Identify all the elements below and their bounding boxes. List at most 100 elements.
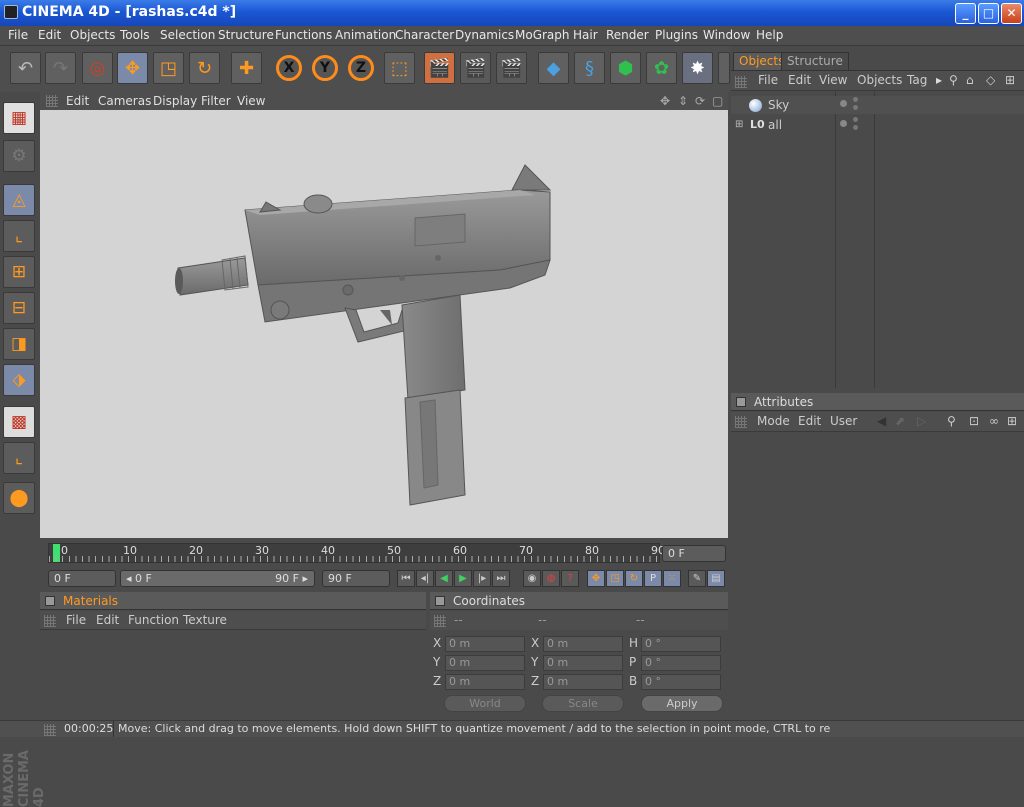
end-frame-field[interactable]: 90 F xyxy=(322,570,390,587)
record-keyframe-icon[interactable]: ◉ xyxy=(523,570,541,587)
object-tree[interactable]: Sky ⊞ L0 all xyxy=(731,92,1024,388)
back-arrow-icon[interactable]: ◀ xyxy=(877,414,886,428)
auto-keying-icon[interactable]: ◍ xyxy=(542,570,560,587)
eye-icon[interactable]: ◇ xyxy=(986,73,995,87)
lock-icon[interactable]: ⊡ xyxy=(969,414,979,428)
size-x-field[interactable]: 0 m xyxy=(543,636,623,652)
new-window-icon[interactable]: ⊞ xyxy=(1007,414,1017,428)
panel-toggle-icon[interactable] xyxy=(435,596,445,606)
parameter-key-icon[interactable]: P xyxy=(644,570,662,587)
menu-selection[interactable]: Selection xyxy=(160,28,215,42)
rotation-key-icon[interactable]: ↻ xyxy=(625,570,643,587)
maximize-view-icon[interactable]: ▢ xyxy=(712,94,723,108)
timeline[interactable]: 0 10 20 30 40 50 60 70 80 90 0 F xyxy=(40,540,728,568)
tab-structure[interactable]: Structure xyxy=(781,52,849,70)
viewport-menu-edit[interactable]: Edit xyxy=(66,94,89,108)
timeline-options-icon[interactable]: ✎ xyxy=(688,570,706,587)
scale-mode-select[interactable]: Scale xyxy=(542,695,624,712)
scale-key-icon[interactable]: ◳ xyxy=(606,570,624,587)
coordinate-system-icon[interactable]: ⬚ xyxy=(384,52,415,84)
points-tool-icon[interactable]: ⊞ xyxy=(3,256,35,288)
nurbs-icon[interactable]: ⬢ xyxy=(610,52,641,84)
position-y-field[interactable]: 0 m xyxy=(445,655,525,671)
start-frame-field[interactable]: 0 F xyxy=(48,570,116,587)
use-model-tool-icon[interactable]: ◬ xyxy=(3,184,35,216)
search-icon[interactable]: ⚲ xyxy=(947,414,956,428)
spline-icon[interactable]: § xyxy=(574,52,605,84)
deformer-icon[interactable]: ✸ xyxy=(682,52,713,84)
menu-help[interactable]: Help xyxy=(756,28,783,42)
list-item[interactable]: Sky xyxy=(731,96,1024,114)
attributes-menu-user[interactable]: User xyxy=(830,414,857,428)
menu-dynamics[interactable]: Dynamics xyxy=(455,28,514,42)
render-settings-icon[interactable]: 🎬 xyxy=(496,52,527,84)
menu-mograph[interactable]: MoGraph xyxy=(515,28,570,42)
attributes-menu-edit[interactable]: Edit xyxy=(798,414,821,428)
list-item[interactable]: ⊞ L0 all xyxy=(731,116,1024,134)
size-z-field[interactable]: 0 m xyxy=(543,674,623,690)
position-x-field[interactable]: 0 m xyxy=(445,636,525,652)
menu-tools[interactable]: Tools xyxy=(120,28,150,42)
previous-key-icon[interactable]: ◂| xyxy=(416,570,434,587)
undo-icon[interactable]: ↶ xyxy=(10,52,41,84)
menu-overflow-icon[interactable]: ▸ xyxy=(936,73,942,87)
go-to-start-icon[interactable]: ⏮ xyxy=(397,570,415,587)
new-window-icon[interactable]: ⊞ xyxy=(1005,73,1015,87)
editor-visibility-icon[interactable] xyxy=(853,97,858,102)
menu-render[interactable]: Render xyxy=(606,28,649,42)
viewport-menu-cameras[interactable]: Cameras xyxy=(98,94,151,108)
object-axis-icon[interactable]: ⌞ xyxy=(3,220,35,252)
position-z-field[interactable]: 0 m xyxy=(445,674,525,690)
render-view-icon[interactable]: 🎬 xyxy=(424,52,455,84)
objects-menu-objects[interactable]: Objects xyxy=(857,73,902,87)
materials-menu-texture[interactable]: Texture xyxy=(183,613,227,627)
render-visibility-icon[interactable] xyxy=(853,105,858,110)
rotation-p-field[interactable]: 0 ° xyxy=(641,655,721,671)
timeline-ruler[interactable]: 0 10 20 30 40 50 60 70 80 90 xyxy=(48,543,665,563)
point-level-animation-icon[interactable]: ⁙ xyxy=(663,570,681,587)
play-forwards-icon[interactable]: ▶ xyxy=(454,570,472,587)
z-axis-lock-button[interactable]: Z xyxy=(348,55,374,81)
objects-menu-file[interactable]: File xyxy=(758,73,778,87)
menu-functions[interactable]: Functions xyxy=(275,28,332,42)
texture-axis-icon[interactable]: ⬗ xyxy=(3,364,35,396)
texture-axis-tool-icon[interactable]: ⌞ xyxy=(3,442,35,474)
move-tool-icon[interactable]: ✥ xyxy=(117,52,148,84)
rotate-tool-icon[interactable]: ↻ xyxy=(189,52,220,84)
objects-menu-edit[interactable]: Edit xyxy=(788,73,811,87)
menu-character[interactable]: Character xyxy=(395,28,454,42)
paint-tool-icon[interactable]: ⬤ xyxy=(3,482,35,514)
y-axis-lock-button[interactable]: Y xyxy=(312,55,338,81)
menu-edit[interactable]: Edit xyxy=(38,28,61,42)
menu-hair[interactable]: Hair xyxy=(573,28,598,42)
menu-structure[interactable]: Structure xyxy=(218,28,274,42)
forward-arrow-icon[interactable]: ▷ xyxy=(917,414,926,428)
live-selection-icon[interactable]: ◎ xyxy=(82,52,113,84)
viewport-menu-display[interactable]: Display xyxy=(153,94,197,108)
home-icon[interactable]: ⌂ xyxy=(966,73,974,87)
visibility-dot-icon[interactable] xyxy=(840,120,847,127)
materials-menu-function[interactable]: Function xyxy=(128,613,179,627)
scale-tool-icon[interactable]: ◳ xyxy=(153,52,184,84)
play-backwards-icon[interactable]: ◀ xyxy=(435,570,453,587)
editor-visibility-icon[interactable] xyxy=(853,117,858,122)
go-to-end-icon[interactable]: ⏭ xyxy=(492,570,510,587)
pan-view-icon[interactable]: ✥ xyxy=(660,94,670,108)
rotation-h-field[interactable]: 0 ° xyxy=(641,636,721,652)
menu-animation[interactable]: Animation xyxy=(335,28,396,42)
viewport-menu-filter[interactable]: Filter xyxy=(201,94,231,108)
3d-viewport[interactable] xyxy=(40,110,728,538)
materials-area[interactable] xyxy=(40,631,426,719)
viewport-menu-view[interactable]: View xyxy=(237,94,265,108)
render-picture-viewer-icon[interactable]: 🎬 xyxy=(460,52,491,84)
dolly-view-icon[interactable]: ⇕ xyxy=(678,94,688,108)
x-axis-lock-button[interactable]: X xyxy=(276,55,302,81)
menu-window[interactable]: Window xyxy=(703,28,750,42)
maximize-button[interactable]: □ xyxy=(978,3,999,24)
more-tools-icon[interactable] xyxy=(718,52,730,84)
size-y-field[interactable]: 0 m xyxy=(543,655,623,671)
cube-primitive-icon[interactable]: ◆ xyxy=(538,52,569,84)
texture-tool-icon[interactable]: ▩ xyxy=(3,406,35,438)
current-frame-field[interactable]: 0 F xyxy=(662,545,726,562)
close-button[interactable]: ✕ xyxy=(1001,3,1022,24)
